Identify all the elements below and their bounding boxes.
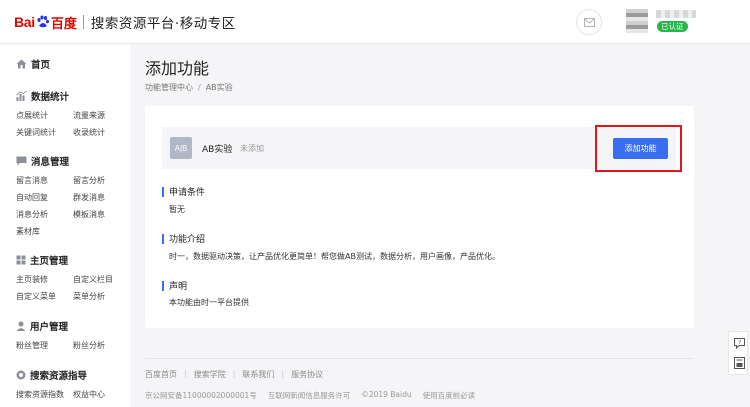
sidebar-item-custom-menu[interactable]: 自定义菜单 bbox=[16, 291, 56, 302]
bar-chart-icon bbox=[16, 91, 27, 101]
breadcrumb-link-function-center[interactable]: 功能管理中心 bbox=[145, 83, 193, 92]
sidebar-item-index-stats[interactable]: 收录统计 bbox=[73, 127, 105, 138]
footer-divider bbox=[145, 358, 694, 359]
feedback-icon: ? bbox=[733, 337, 745, 349]
section-body-introduction: 时一，数据驱动决策，让产品优化更简单！帮您做AB测试，数据分析，用户画像，产品优… bbox=[169, 252, 500, 261]
verified-badge: 已认证 bbox=[657, 21, 688, 32]
sidebar-group-data-stats[interactable]: 数据统计 bbox=[16, 89, 69, 103]
sidebar-item-broadcast[interactable]: 群发消息 bbox=[73, 192, 105, 203]
sidebar-item-auto-reply[interactable]: 自动回复 bbox=[16, 192, 48, 203]
sidebar-item-fans-analysis[interactable]: 粉丝分析 bbox=[73, 340, 105, 351]
footer-link-terms[interactable]: 服务协议 bbox=[291, 369, 323, 380]
chat-icon bbox=[16, 156, 27, 166]
sidebar-item-message-analysis[interactable]: 留言分析 bbox=[73, 175, 105, 186]
footer-icp[interactable]: 京公网安备11000002000001号 bbox=[145, 390, 257, 401]
report-button[interactable] bbox=[732, 356, 746, 370]
feedback-button[interactable]: ? bbox=[732, 336, 746, 350]
section-body-requirements: 暂无 bbox=[169, 205, 185, 214]
sidebar-item-home[interactable]: 首页 bbox=[16, 57, 50, 71]
section-title-introduction: 功能介绍 bbox=[162, 232, 205, 245]
site-name: 搜索资源平台·移动专区 bbox=[90, 16, 236, 32]
sidebar-group-label: 用户管理 bbox=[30, 322, 69, 333]
feature-status: 未添加 bbox=[240, 144, 264, 153]
floating-toolbar: ? bbox=[728, 331, 748, 375]
sidebar-item-homepage-decor[interactable]: 主页装修 bbox=[16, 274, 48, 285]
baidu-logo[interactable]: Bai 百度 搜索资源平台·移动专区 bbox=[14, 12, 236, 32]
feature-name: AB实验 bbox=[202, 145, 233, 155]
top-header: Bai 百度 搜索资源平台·移动专区 已认证 bbox=[0, 0, 750, 44]
grid-icon bbox=[16, 255, 26, 265]
sidebar-item-rights-center[interactable]: 权益中心 bbox=[73, 389, 105, 400]
user-icon bbox=[16, 321, 26, 331]
logo-bai-text: Bai bbox=[14, 14, 35, 30]
logo-divider bbox=[82, 15, 84, 29]
sidebar-group-search-guide[interactable]: 搜索资源指导 bbox=[16, 368, 87, 382]
page-title: 添加功能 bbox=[145, 59, 210, 78]
sidebar-group-label: 搜索资源指导 bbox=[30, 371, 88, 382]
footer-read-before-use[interactable]: 使用百度前必读 bbox=[423, 390, 476, 401]
sidebar-group-users[interactable]: 用户管理 bbox=[16, 319, 68, 333]
footer-separator: | bbox=[232, 369, 236, 378]
sidebar-item-keyword-stats[interactable]: 关键词统计 bbox=[16, 127, 56, 138]
search-guide-icon bbox=[16, 370, 26, 380]
username-blurred[interactable] bbox=[656, 10, 696, 18]
breadcrumb-separator: / bbox=[198, 83, 201, 92]
sidebar-group-label: 数据统计 bbox=[31, 92, 70, 103]
home-icon bbox=[16, 59, 27, 69]
sidebar-item-msg-analytics[interactable]: 消息分析 bbox=[16, 209, 48, 220]
section-body-statement: 本功能由时一平台提供 bbox=[169, 298, 249, 307]
footer-copyright-text: ©2019 Baidu bbox=[361, 390, 412, 399]
sidebar-group-homepage[interactable]: 主页管理 bbox=[16, 253, 68, 267]
sidebar-item-fans-manage[interactable]: 粉丝管理 bbox=[16, 340, 48, 351]
sidebar-group-label: 消息管理 bbox=[31, 157, 70, 168]
breadcrumb-current: AB实验 bbox=[205, 83, 233, 92]
section-title-requirements: 申请条件 bbox=[162, 185, 205, 198]
mail-icon bbox=[583, 17, 595, 27]
footer-separator: | bbox=[281, 369, 285, 378]
sidebar-home-label: 首页 bbox=[31, 60, 51, 71]
sidebar-item-menu-analysis[interactable]: 菜单分析 bbox=[73, 291, 105, 302]
sidebar: 首页 数据统计 点展统计 流量来源 关键词统计 收录统计 消息管理 留言消息 留… bbox=[0, 45, 130, 407]
breadcrumb: 功能管理中心 / AB实验 bbox=[145, 82, 233, 93]
document-icon bbox=[733, 357, 745, 369]
sidebar-item-messages[interactable]: 留言消息 bbox=[16, 175, 48, 186]
footer-links: 百度首页 | 搜索学院 | 联系我们 | 服务协议 bbox=[145, 369, 323, 380]
sidebar-group-messages[interactable]: 消息管理 bbox=[16, 154, 69, 168]
message-button[interactable] bbox=[576, 9, 602, 35]
baidu-paw-icon bbox=[37, 15, 49, 28]
sidebar-item-search-index[interactable]: 搜索资源指数 bbox=[16, 389, 64, 400]
footer-separator: | bbox=[184, 369, 187, 378]
sidebar-item-custom-column[interactable]: 自定义栏目 bbox=[73, 274, 113, 285]
add-feature-button[interactable]: 添加功能 bbox=[613, 138, 668, 159]
avatar[interactable] bbox=[626, 9, 648, 33]
ab-icon-text: A|B bbox=[174, 143, 188, 153]
footer-copyright: 京公网安备11000002000001号 互联网新闻信息服务许可 ©2019 B… bbox=[145, 390, 486, 401]
footer-news-license[interactable]: 互联网新闻信息服务许可 bbox=[268, 390, 351, 401]
sidebar-item-template-msg[interactable]: 模板消息 bbox=[73, 209, 105, 220]
ab-test-icon: A|B bbox=[170, 137, 192, 159]
section-title-statement: 声明 bbox=[162, 279, 187, 292]
footer-link-baidu-home[interactable]: 百度首页 bbox=[145, 369, 177, 380]
sidebar-item-material-library[interactable]: 素材库 bbox=[16, 226, 40, 237]
sidebar-item-traffic-source[interactable]: 流量来源 bbox=[73, 110, 105, 121]
svg-text:?: ? bbox=[738, 340, 741, 346]
footer-link-search-academy[interactable]: 搜索学院 bbox=[194, 369, 226, 380]
footer-link-contact[interactable]: 联系我们 bbox=[242, 369, 274, 380]
logo-du-text: 百度 bbox=[50, 16, 77, 32]
sidebar-item-impression-stats[interactable]: 点展统计 bbox=[16, 110, 48, 121]
sidebar-group-label: 主页管理 bbox=[30, 256, 69, 267]
